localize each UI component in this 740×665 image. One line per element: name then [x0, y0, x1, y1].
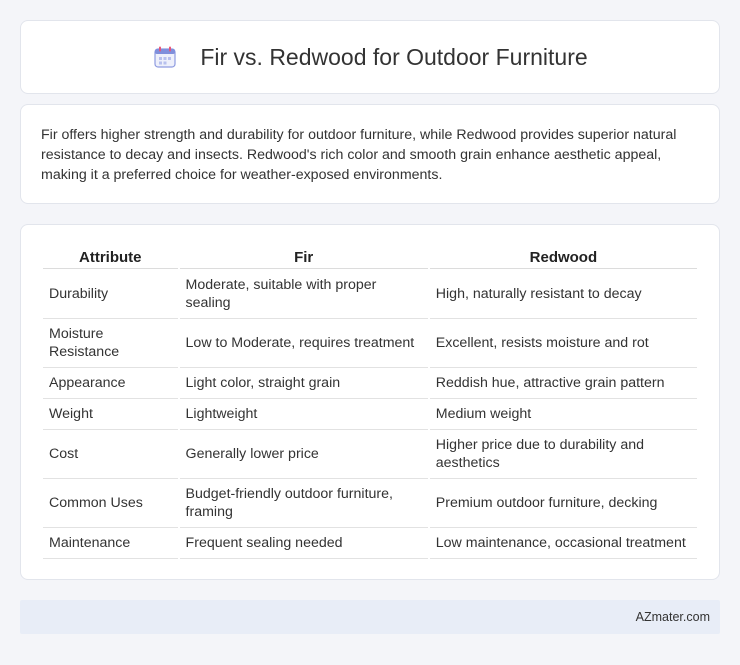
attribute-cell: Durability [43, 269, 178, 319]
fir-cell: Generally lower price [179, 430, 428, 479]
table-row: Maintenance Frequent sealing needed Low … [43, 528, 697, 559]
attribute-cell: Appearance [43, 368, 178, 399]
summary-text: Fir offers higher strength and durabilit… [41, 127, 677, 183]
summary-card: Fir offers higher strength and durabilit… [20, 104, 720, 204]
footer: AZmater.com [20, 600, 720, 634]
redwood-cell: Excellent, resists moisture and rot [429, 319, 697, 368]
fir-cell: Budget-friendly outdoor furniture, frami… [179, 479, 428, 528]
fir-cell: Lightweight [179, 399, 428, 430]
redwood-cell: Higher price due to durability and aesth… [429, 430, 697, 479]
table-row: Common Uses Budget-friendly outdoor furn… [43, 479, 697, 528]
fir-cell: Low to Moderate, requires treatment [179, 319, 428, 368]
table-row: Weight Lightweight Medium weight [43, 399, 697, 430]
fir-cell: Moderate, suitable with proper sealing [179, 269, 428, 319]
column-header-attribute: Attribute [43, 247, 178, 269]
fir-cell: Light color, straight grain [179, 368, 428, 399]
redwood-cell: Reddish hue, attractive grain pattern [429, 368, 697, 399]
redwood-cell: Low maintenance, occasional treatment [429, 528, 697, 559]
redwood-cell: Premium outdoor furniture, decking [429, 479, 697, 528]
attribute-cell: Weight [43, 399, 178, 430]
attribute-cell: Maintenance [43, 528, 178, 559]
calendar-icon [152, 44, 178, 70]
column-header-redwood: Redwood [429, 247, 697, 269]
fir-cell: Frequent sealing needed [179, 528, 428, 559]
table-row: Moisture Resistance Low to Moderate, req… [43, 319, 697, 368]
attribute-cell: Common Uses [43, 479, 178, 528]
table-row: Durability Moderate, suitable with prope… [43, 269, 697, 319]
column-header-fir: Fir [179, 247, 428, 269]
footer-site-name: AZmater.com [635, 610, 710, 624]
redwood-cell: High, naturally resistant to decay [429, 269, 697, 319]
page-title: Fir vs. Redwood for Outdoor Furniture [200, 43, 588, 70]
redwood-cell: Medium weight [429, 399, 697, 430]
title-card: Fir vs. Redwood for Outdoor Furniture [20, 20, 720, 94]
table-row: Appearance Light color, straight grain R… [43, 368, 697, 399]
attribute-cell: Moisture Resistance [43, 319, 178, 368]
attribute-cell: Cost [43, 430, 178, 479]
comparison-table: Attribute Fir Redwood Durability Moderat… [41, 247, 699, 559]
comparison-table-card: Attribute Fir Redwood Durability Moderat… [20, 224, 720, 580]
table-header-row: Attribute Fir Redwood [43, 247, 697, 269]
table-row: Cost Generally lower price Higher price … [43, 430, 697, 479]
